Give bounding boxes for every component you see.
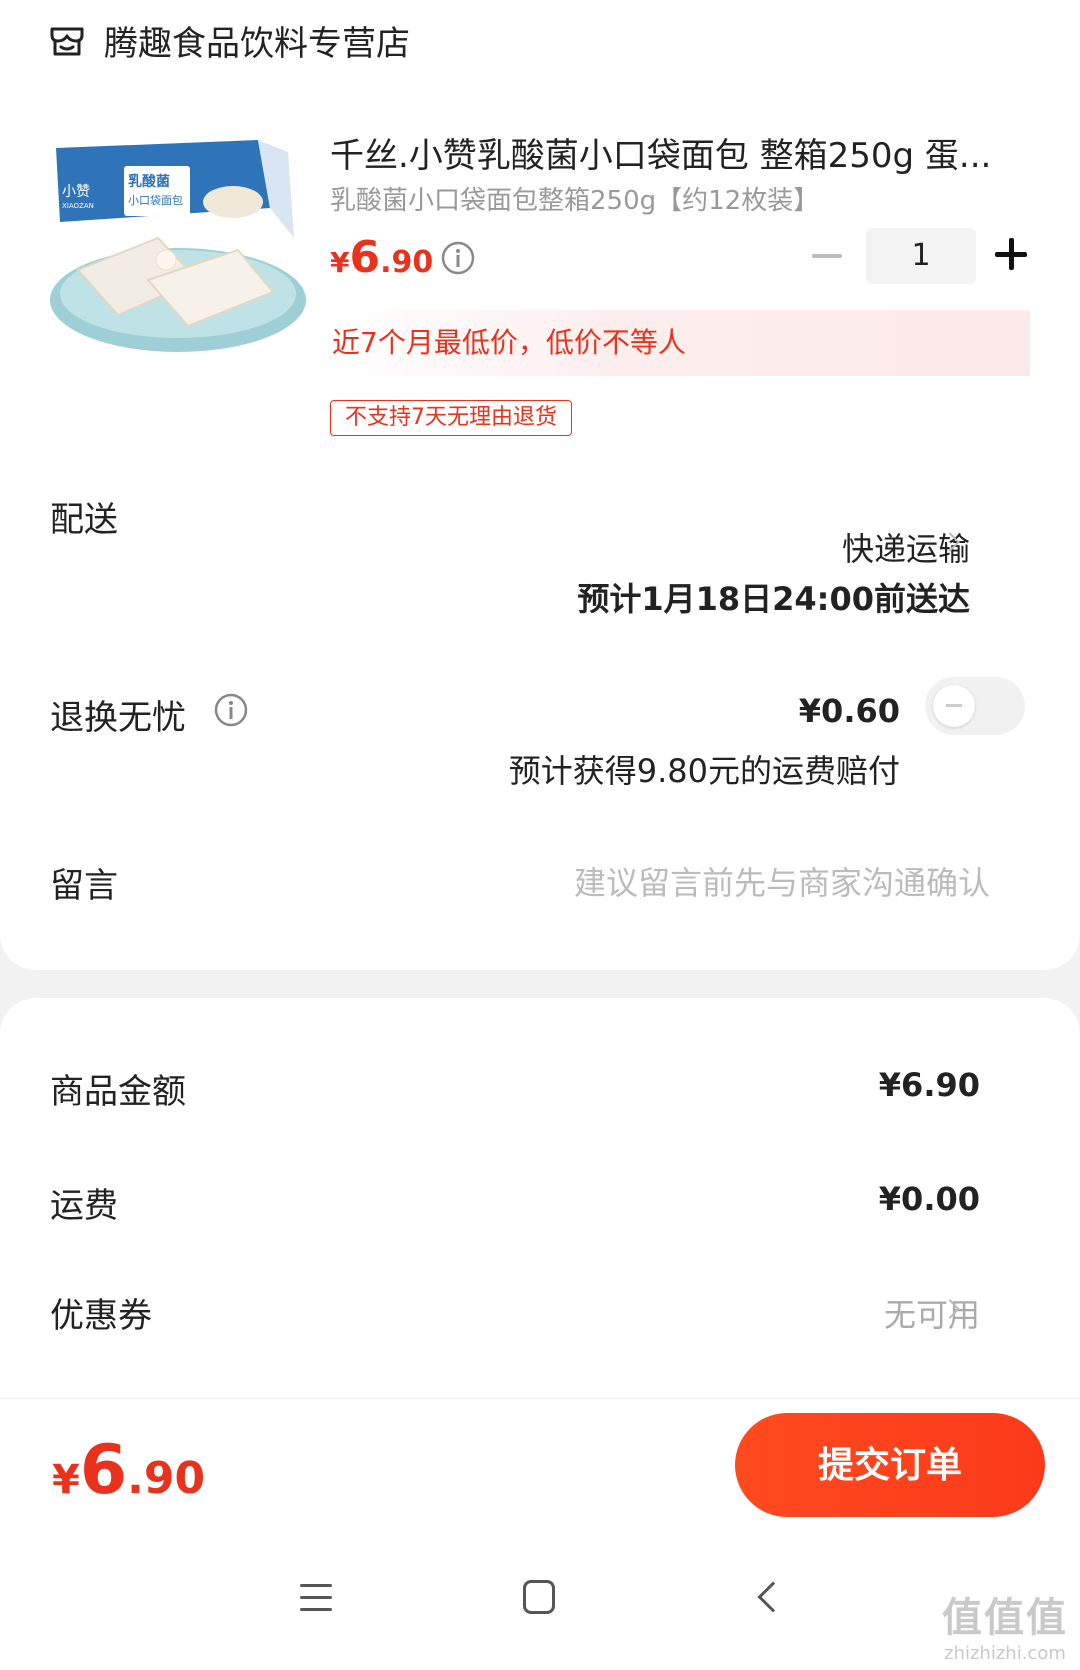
total-price: ¥ 6 .90 [52,1431,205,1510]
product-image-sub: 小口袋面包 [128,193,183,207]
product-image-brand: 小赞 [62,184,90,200]
coupon-value[interactable]: 无可用 [884,1290,980,1336]
store-icon [50,27,84,56]
product-image-brand-en: XIAOZAN [62,202,94,210]
returns-toggle[interactable] [925,677,1025,735]
goods-amount-value: ¥6.90 [878,1066,980,1104]
product-price: ¥ 6 .90 [330,232,433,283]
shop-header[interactable]: 腾趣食品饮料专营店 [48,10,410,70]
goods-amount-label: 商品金额 [50,1072,186,1112]
home-icon[interactable] [523,1580,555,1614]
shipping-eta: 预计1月18日24:00前送达 [577,580,970,618]
order-card: 腾趣食品饮料专营店 小赞 XIAOZAN 乳酸菌 小口袋面包 千丝.小赞乳酸菌小… [0,0,1080,970]
watermark-logo: 值值值 [942,1595,1068,1641]
quantity-increase-button[interactable] [995,238,1027,270]
message-label: 留言 [50,866,118,906]
quantity-input[interactable]: 1 [866,228,976,284]
menu-icon[interactable] [300,1584,332,1612]
product-title[interactable]: 千丝.小赞乳酸菌小口袋面包 整箱250g 蛋... [330,128,1030,177]
freight-value: ¥0.00 [878,1180,980,1218]
total-decimal: .90 [127,1453,206,1504]
total-currency: ¥ [52,1457,80,1503]
product-image[interactable]: 小赞 XIAOZAN 乳酸菌 小口袋面包 [48,130,308,370]
no-return-badge: 不支持7天无理由退货 [330,400,572,436]
submit-order-button[interactable]: 提交订单 [735,1413,1045,1517]
back-icon[interactable] [757,1581,789,1613]
coupon-label[interactable]: 优惠券 [50,1288,152,1337]
price-integer: 6 [349,232,381,283]
freight-label: 运费 [50,1186,118,1226]
shop-name: 腾趣食品饮料专营店 [104,23,410,64]
checkout-bar: ¥ 6 .90 提交订单 [0,1398,1080,1532]
total-integer: 6 [79,1431,128,1510]
quantity-decrease-button[interactable] [812,254,842,258]
product-sku[interactable]: 乳酸菌小口袋面包整箱250g【约12枚装】 [330,180,819,217]
product-image-name: 乳酸菌 [128,173,170,190]
returns-compensation-note: 预计获得9.80元的运费赔付 [508,752,900,790]
system-nav-bar: 值值值 zhizhizhi.com [0,1532,1080,1670]
returns-label: 退换无忧 [50,698,186,738]
price-summary-card: 商品金额 ¥6.90 运费 ¥0.00 优惠券 无可用 [0,998,1080,1398]
lowest-price-banner: 近7个月最低价，低价不等人 [330,310,1030,376]
toggle-knob [933,685,975,727]
price-info-icon[interactable] [440,240,476,276]
watermark: 值值值 zhizhizhi.com [942,1585,1068,1664]
returns-price: ¥0.60 [798,692,900,730]
message-input[interactable]: 建议留言前先与商家沟通确认 [574,858,990,904]
price-decimal: .90 [380,245,434,280]
watermark-url: zhizhizhi.com [944,1643,1066,1664]
shipping-label: 配送 [50,500,118,540]
price-currency: ¥ [330,246,350,279]
returns-info-icon[interactable] [213,692,249,728]
